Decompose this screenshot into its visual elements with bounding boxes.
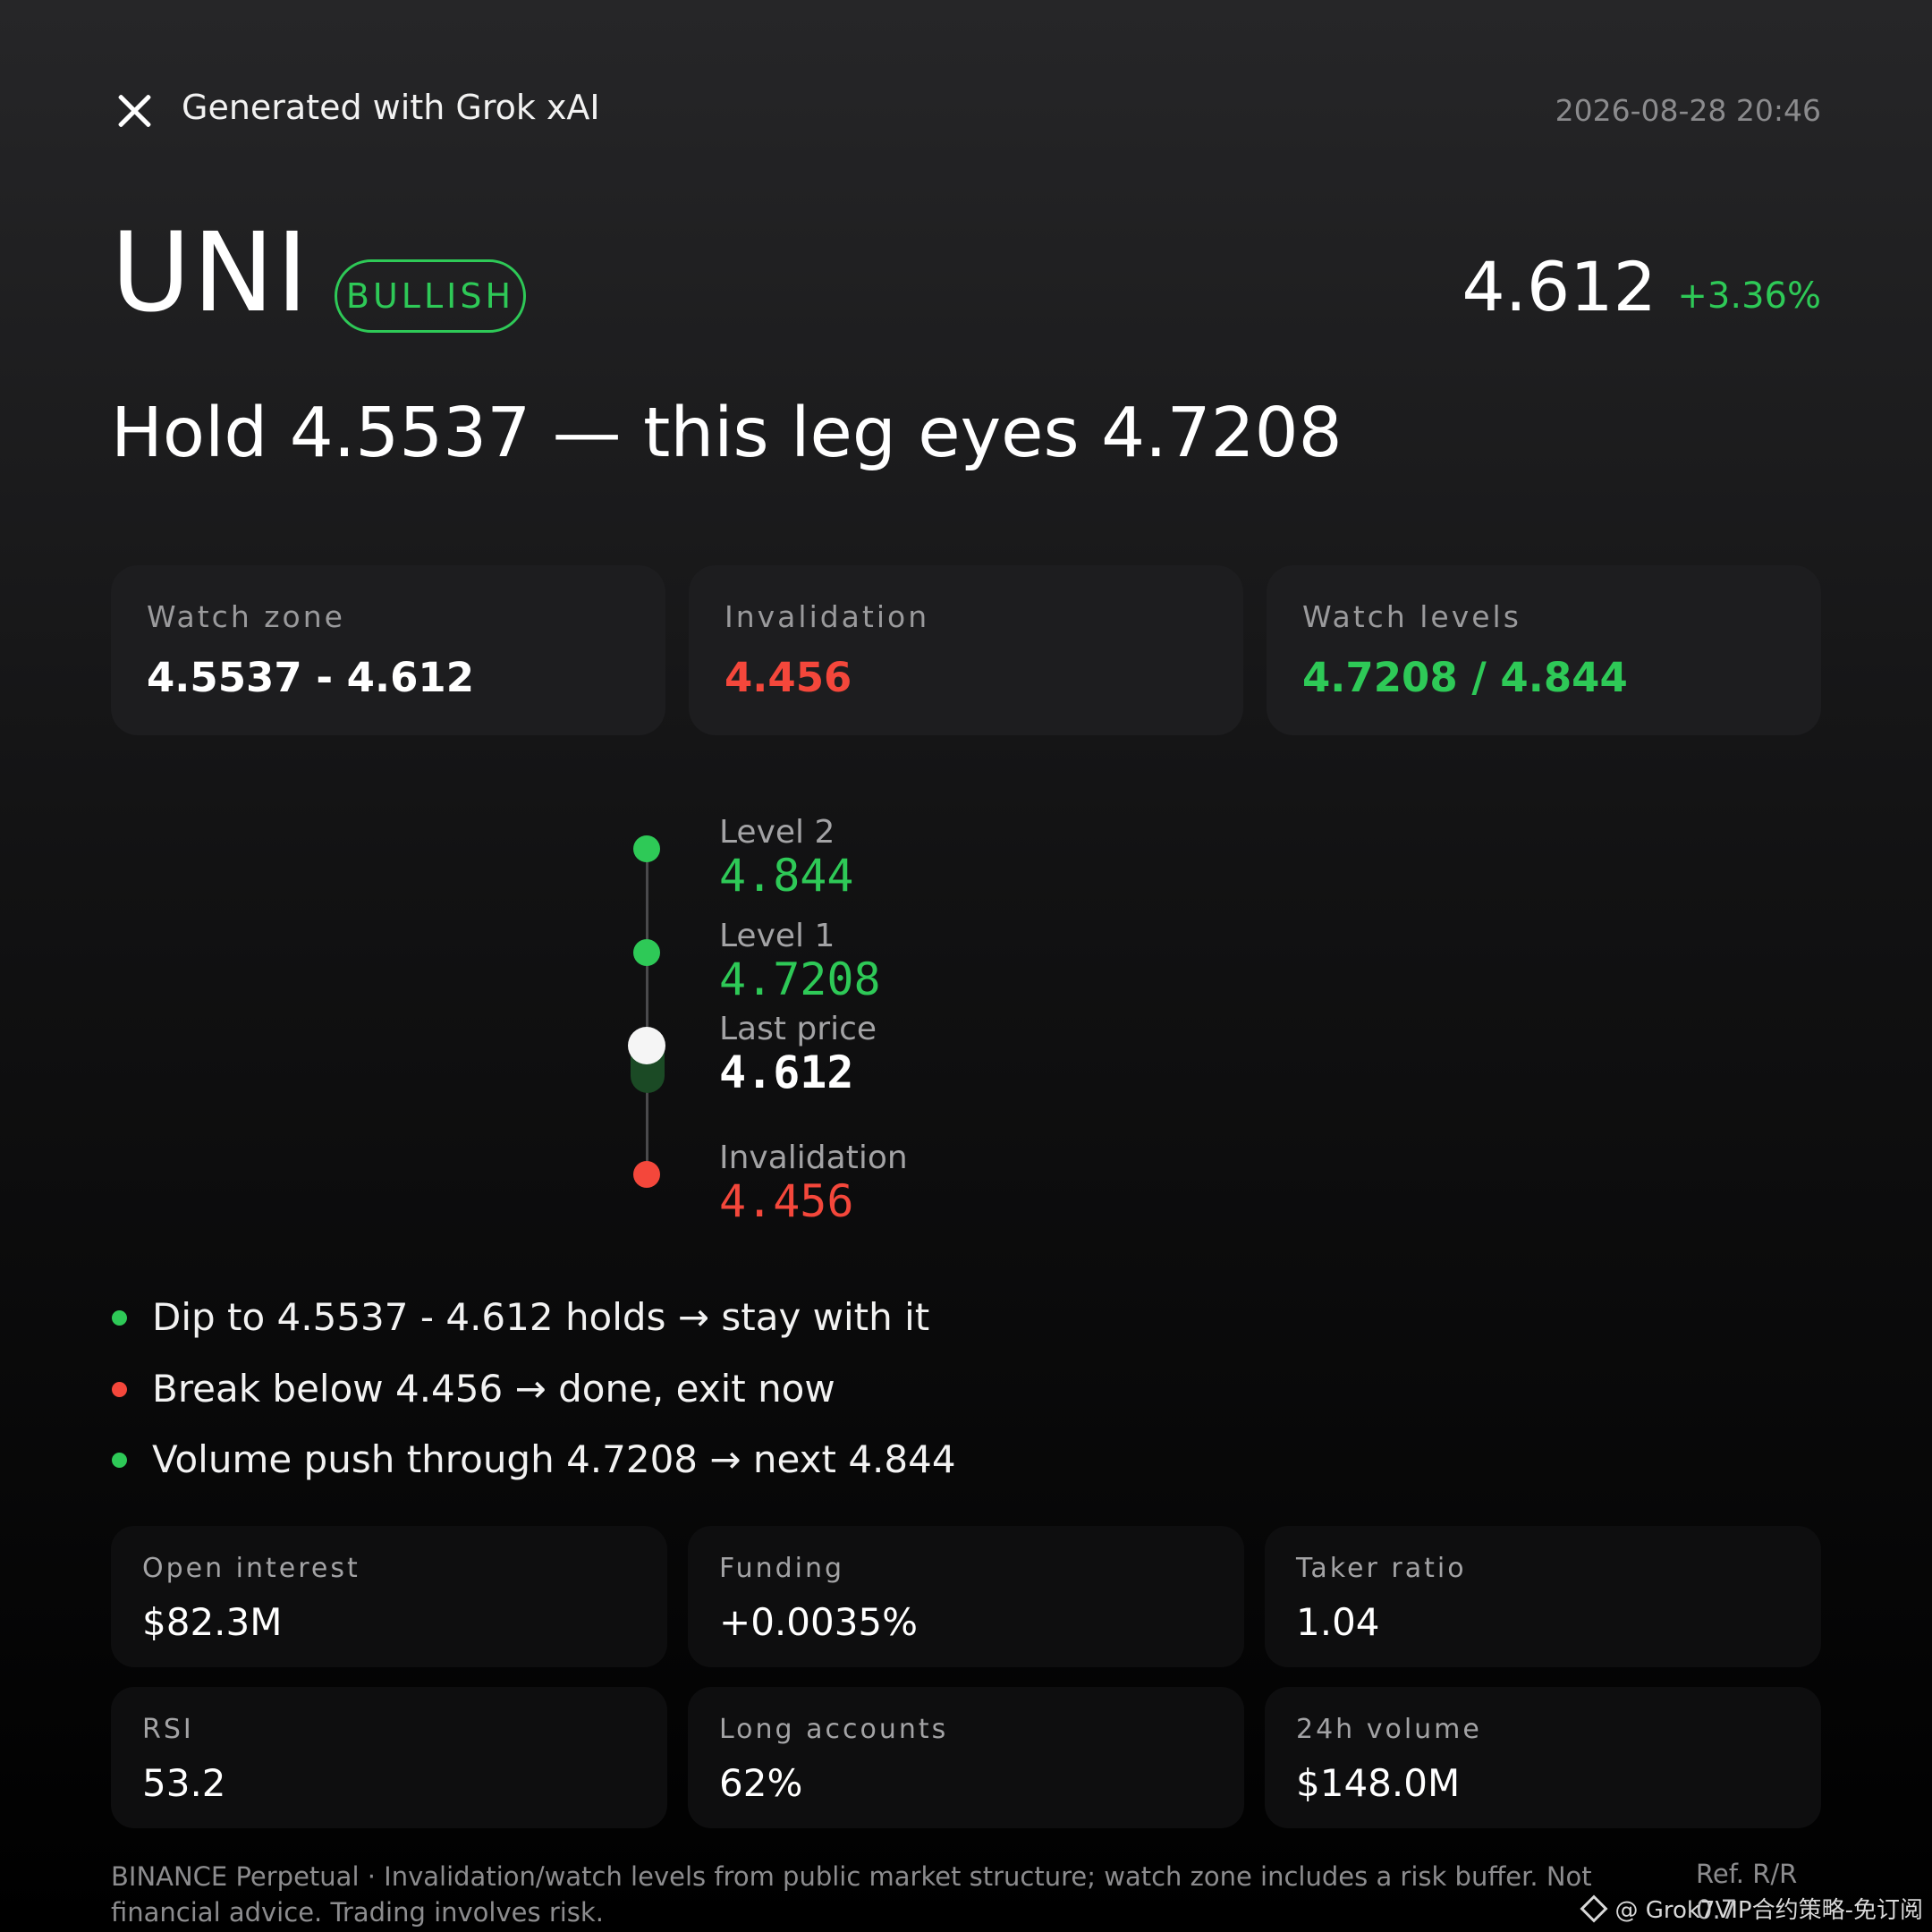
level-2-label: Level 2 — [719, 814, 835, 851]
card-value: 4.456 — [724, 654, 852, 701]
volume-24h-card: 24h volume $148.0M — [1265, 1687, 1821, 1828]
headline: Hold 4.5537 — this leg eyes 4.7208 — [111, 394, 1343, 473]
funding-card: Funding +0.0035% — [688, 1526, 1244, 1667]
metric-label: Funding — [719, 1553, 845, 1584]
taker-ratio-card: Taker ratio 1.04 — [1265, 1526, 1821, 1667]
invalidation-dot — [633, 1161, 660, 1188]
close-icon[interactable] — [114, 91, 154, 131]
metric-value: $82.3M — [142, 1600, 283, 1644]
timestamp: 2026-08-28 20:46 — [1555, 93, 1821, 128]
level-2-value: 4.844 — [719, 850, 854, 902]
watermark-text: @ Grok7VIP合约策略-免订阅 — [1614, 1897, 1923, 1924]
metric-value: $148.0M — [1296, 1761, 1461, 1805]
bullet-text: Volume push through 4.7208 → next 4.844 — [152, 1437, 956, 1481]
metric-label: Open interest — [142, 1553, 360, 1584]
rsi-card: RSI 53.2 — [111, 1687, 667, 1828]
invalidation-value: 4.456 — [719, 1175, 854, 1227]
invalidation-label: Invalidation — [719, 1140, 908, 1176]
metric-label: RSI — [142, 1714, 194, 1745]
disclaimer: BINANCE Perpetual · Invalidation/watch l… — [111, 1861, 1592, 1928]
level-1-dot — [633, 939, 660, 966]
bullet-dot-green — [112, 1453, 127, 1468]
last-price-label: Last price — [719, 1011, 877, 1047]
bullet-dot-red — [112, 1382, 127, 1397]
long-accounts-card: Long accounts 62% — [688, 1687, 1244, 1828]
current-price: 4.612 — [1462, 247, 1657, 326]
price-change: +3.36% — [1677, 275, 1821, 317]
asset-symbol: UNI — [111, 209, 310, 336]
metric-label: Taker ratio — [1296, 1553, 1467, 1584]
ladder-line — [646, 848, 648, 1174]
open-interest-card: Open interest $82.3M — [111, 1526, 667, 1667]
bullet-text: Break below 4.456 → done, exit now — [152, 1367, 835, 1411]
level-2-dot — [633, 835, 660, 862]
level-1-value: 4.7208 — [719, 953, 881, 1005]
ref-rr-label: Ref. R/R — [1696, 1859, 1798, 1889]
card-label: Invalidation — [724, 599, 930, 634]
card-label: Watch zone — [147, 599, 345, 634]
binance-logo-icon — [1580, 1894, 1608, 1923]
metric-value: +0.0035% — [719, 1600, 919, 1644]
watch-levels-card: Watch levels 4.7208 / 4.844 — [1267, 565, 1821, 735]
watermark: @ Grok7VIP合约策略-免订阅 — [1580, 1892, 1923, 1925]
metric-value: 53.2 — [142, 1761, 226, 1805]
level-1-label: Level 1 — [719, 918, 835, 954]
card-value: 4.5537 - 4.612 — [147, 654, 474, 701]
watch-zone-card: Watch zone 4.5537 - 4.612 — [111, 565, 665, 735]
card-value: 4.7208 / 4.844 — [1302, 654, 1628, 701]
invalidation-card: Invalidation 4.456 — [689, 565, 1243, 735]
bullet-text: Dip to 4.5537 - 4.612 holds → stay with … — [152, 1295, 930, 1339]
last-price-value: 4.612 — [719, 1046, 854, 1098]
generated-label: Generated with Grok xAI — [182, 88, 600, 127]
metric-label: Long accounts — [719, 1714, 949, 1745]
card-label: Watch levels — [1302, 599, 1521, 634]
last-price-dot — [628, 1027, 665, 1064]
metric-value: 62% — [719, 1761, 803, 1805]
metric-label: 24h volume — [1296, 1714, 1482, 1745]
bias-badge: BULLISH — [335, 259, 526, 333]
bullet-dot-green — [112, 1310, 127, 1326]
metric-value: 1.04 — [1296, 1600, 1380, 1644]
